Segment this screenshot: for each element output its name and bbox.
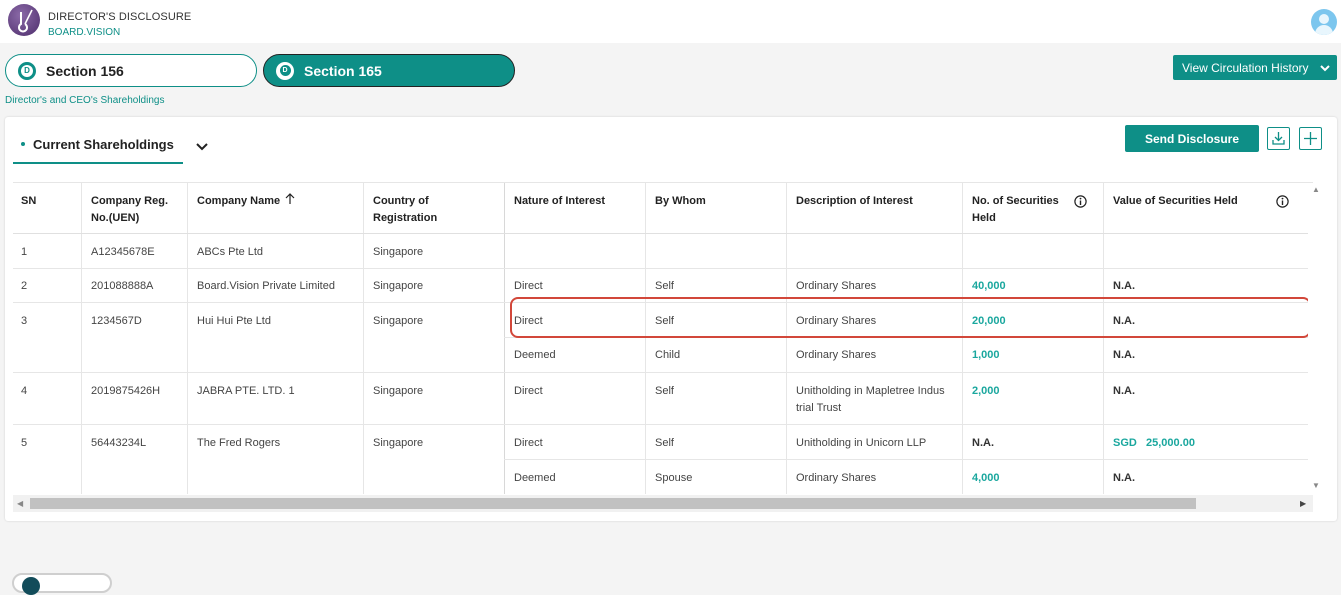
bullet-icon (21, 141, 25, 146)
bottom-toggle[interactable] (12, 573, 112, 595)
cell-by-whom: Self (655, 385, 674, 397)
cell-value: N.A. (1113, 472, 1135, 484)
header-nature[interactable]: Nature of Interest (514, 193, 605, 210)
chevron-down-icon (1319, 64, 1330, 71)
cell-sn: 3 (21, 315, 28, 327)
cell-value: N.A. (1113, 349, 1135, 361)
cell-by-whom: Child (655, 349, 681, 361)
cell-nature: Direct (514, 385, 543, 397)
shareholdings-card: Current Shareholdings Send Disclosure SN… (5, 117, 1337, 521)
sort-up-arrow-icon[interactable] (285, 193, 295, 205)
cell-description: Unitholding in Mapletree Indus trial Trus… (796, 385, 945, 414)
scroll-left-arrow-icon[interactable]: ◀ (17, 499, 23, 508)
cell-country: Singapore (373, 315, 424, 327)
app-title: DIRECTOR'S DISCLOSURE (48, 11, 192, 23)
vertical-scrollbar[interactable]: ▲ ▼ (1308, 183, 1323, 495)
cell-value: N.A. (1113, 385, 1135, 397)
cell-company-name: The Fred Rogers (197, 437, 281, 449)
scroll-down-arrow-icon[interactable]: ▼ (1312, 481, 1320, 490)
plus-icon (1304, 132, 1317, 145)
tab-label: Section 156 (46, 62, 124, 79)
cell-sn: 1 (21, 246, 28, 258)
header-by-whom[interactable]: By Whom (655, 193, 706, 210)
cell-securities: 40,000 (972, 280, 1006, 292)
table-header: SN Company Reg. No.(UEN) Company Name Cou… (13, 182, 1313, 234)
cell-nature: Deemed (514, 472, 556, 484)
cell-value: SGD 25,000.00 (1113, 437, 1195, 449)
header-sn: SN (21, 195, 37, 207)
download-button[interactable] (1267, 127, 1290, 150)
header-description[interactable]: Description of Interest (796, 193, 913, 210)
cell-description: Ordinary Shares (796, 280, 877, 292)
download-icon (1272, 132, 1285, 145)
cell-reg: A12345678E (91, 246, 155, 258)
header-securities[interactable]: No. of Securities Held (972, 193, 1059, 227)
cell-description: Ordinary Shares (796, 349, 877, 361)
cell-securities: 2,000 (972, 385, 1000, 397)
horizontal-scrollbar[interactable]: ◀ ▶ (13, 495, 1313, 512)
scroll-thumb[interactable] (30, 498, 1196, 509)
director-badge-icon: D (18, 61, 36, 80)
cell-country: Singapore (373, 280, 424, 292)
header-value[interactable]: Value of Securities Held (1113, 193, 1238, 210)
user-avatar-icon[interactable] (1311, 9, 1337, 35)
cell-securities: N.A. (972, 437, 994, 449)
cell-description: Unitholding in Unicorn LLP (796, 437, 927, 449)
header-country[interactable]: Country of Registration (373, 193, 437, 227)
cell-company-name: Board.Vision Private Limited (197, 280, 335, 292)
chevron-down-icon[interactable] (195, 139, 209, 153)
tab-label: Section 165 (304, 62, 382, 79)
scroll-right-arrow-icon[interactable]: ▶ (1300, 499, 1306, 508)
send-disclosure-button[interactable]: Send Disclosure (1125, 125, 1259, 152)
cell-by-whom: Spouse (655, 472, 693, 484)
tab-label: Current Shareholdings (33, 137, 174, 152)
add-button[interactable] (1299, 127, 1322, 150)
button-label: View Circulation History (1182, 60, 1309, 75)
view-circulation-history-button[interactable]: View Circulation History (1173, 55, 1337, 80)
cell-value: N.A. (1113, 280, 1135, 292)
cell-reg: 201088888A (91, 280, 154, 292)
info-icon[interactable] (1074, 195, 1087, 208)
tab-current-shareholdings[interactable]: Current Shareholdings (13, 131, 183, 164)
cell-country: Singapore (373, 385, 424, 397)
page-subtitle: Director's and CEO's Shareholdings (5, 95, 165, 106)
cell-sn: 5 (21, 437, 28, 449)
scroll-up-arrow-icon[interactable]: ▲ (1312, 185, 1320, 194)
cell-description: Ordinary Shares (796, 472, 877, 484)
cell-country: Singapore (373, 437, 424, 449)
cell-country: Singapore (373, 246, 424, 258)
highlight-box (510, 297, 1311, 338)
tab-section-156[interactable]: D Section 156 (5, 54, 257, 87)
shareholdings-table: SN Company Reg. No.(UEN) Company Name Cou… (13, 182, 1328, 512)
top-bar: DIRECTOR'S DISCLOSURE BOARD.VISION (0, 0, 1341, 43)
cell-nature: Deemed (514, 349, 556, 361)
cell-company-name: Hui Hui Pte Ltd (197, 315, 271, 327)
cell-nature: Direct (514, 437, 543, 449)
cell-sn: 4 (21, 385, 28, 397)
cell-sn: 2 (21, 280, 28, 292)
cell-securities: 1,000 (972, 349, 1000, 361)
tab-section-165[interactable]: D Section 165 (263, 54, 515, 87)
cell-nature: Direct (514, 280, 543, 292)
cell-reg: 1234567D (91, 315, 142, 327)
header-company-reg[interactable]: Company Reg. No.(UEN) (91, 193, 168, 227)
cell-company-name: ABCs Pte Ltd (197, 246, 264, 258)
cell-securities: 4,000 (972, 472, 1000, 484)
toggle-knob-icon (22, 577, 40, 595)
cell-by-whom: Self (655, 280, 674, 292)
cell-reg: 2019875426H (91, 385, 161, 397)
info-icon[interactable] (1276, 195, 1289, 208)
cell-by-whom: Self (655, 437, 674, 449)
header-company-name[interactable]: Company Name (197, 193, 295, 210)
cell-company-name: JABRA PTE. LTD. 1 (197, 385, 295, 397)
app-subtitle: BOARD.VISION (48, 27, 121, 38)
cell-reg: 56443234L (91, 437, 147, 449)
app-logo-icon[interactable] (8, 4, 40, 36)
director-badge-icon: D (276, 61, 294, 80)
